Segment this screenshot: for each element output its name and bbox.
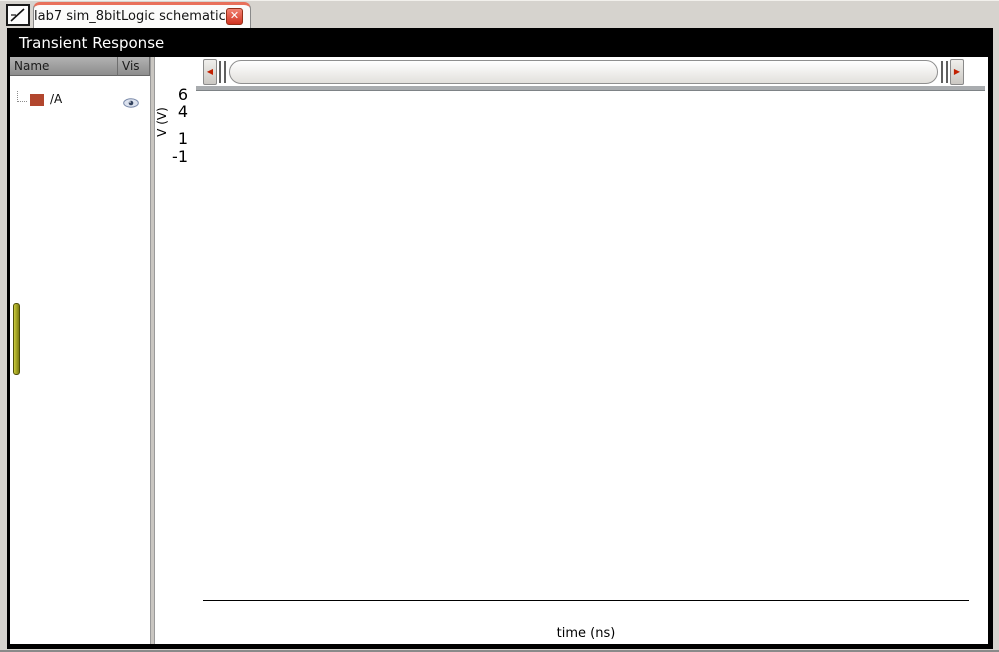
overview-scrollbar[interactable] [229,60,938,84]
page-title: Transient Response [19,34,164,52]
eye-icon[interactable] [123,94,139,106]
header-bar: Transient Response [7,28,993,57]
waveform-viewer-window: lab7 sim_8bitLogic schematic ✕ Transient… [0,0,999,652]
close-button[interactable]: ✕ [226,8,243,25]
y-tick-label: -1 [166,147,188,166]
frame-bottom [7,644,993,649]
scroll-right-button[interactable]: ▶ [950,59,964,85]
plot-top-separator [196,86,985,91]
signal-list-panel [10,57,150,644]
scroll-left-button[interactable]: ◀ [203,59,217,85]
tab-title: lab7 sim_8bitLogic schematic [34,9,220,24]
window-tab[interactable]: lab7 sim_8bitLogic schematic ✕ [33,2,251,29]
tab-strip: lab7 sim_8bitLogic schematic ✕ [0,0,999,29]
x-axis-line [203,600,969,601]
overview-preview-trace [230,61,937,83]
y-tick-label: 1 [166,129,188,148]
x-axis-title: time (ns) [526,626,646,641]
selection-marker[interactable] [13,303,20,375]
signal-name: /A [50,92,62,106]
schematic-window-icon[interactable] [6,4,30,26]
names-column-header[interactable]: Name [10,57,118,76]
y-tick-label: 4 [166,102,188,121]
signal-row-A[interactable]: /A [10,89,150,111]
color-swatch[interactable] [30,94,44,106]
plot-panel [155,57,988,644]
frame-right [988,28,993,649]
scroll-right-grip[interactable] [941,61,948,83]
scroll-left-grip[interactable] [219,61,226,83]
diagonal-glyph [8,6,28,24]
vis-column-header[interactable]: Vis [118,57,150,76]
tree-branch-icon [17,91,27,102]
y-tick-label: 6 [166,85,188,104]
